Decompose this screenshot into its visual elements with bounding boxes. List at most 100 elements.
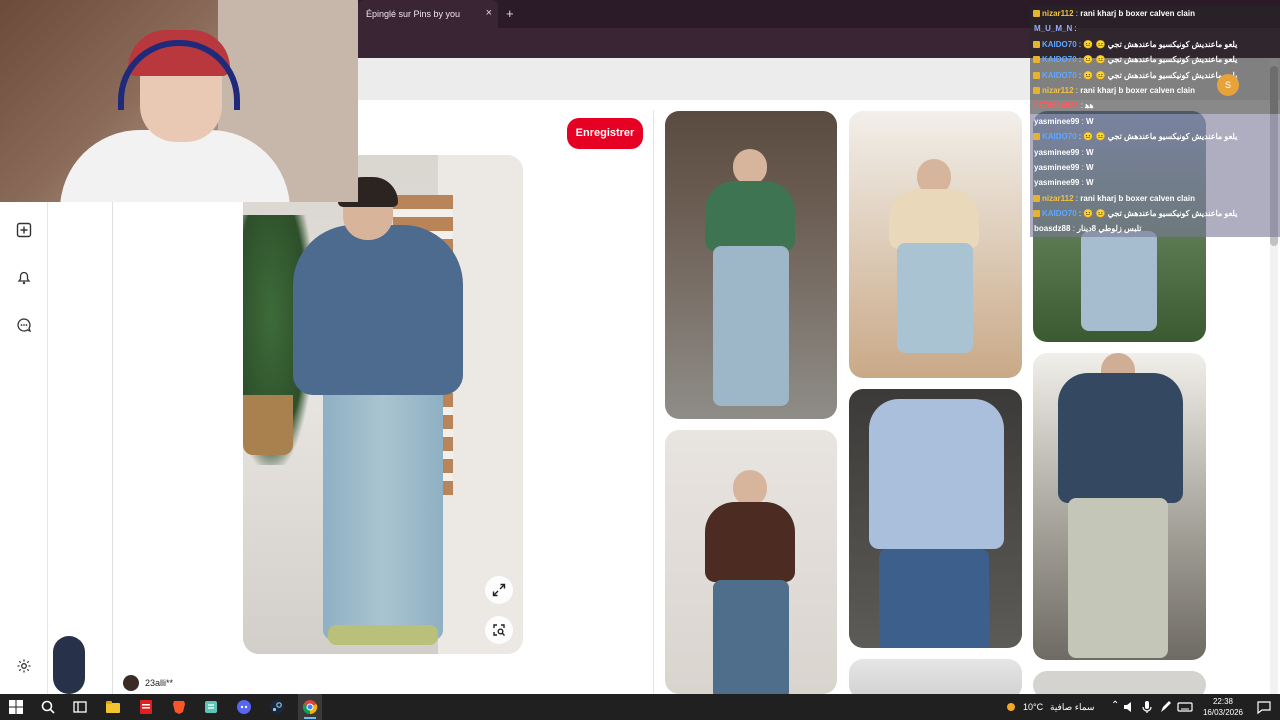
channel-logo	[53, 636, 85, 694]
main-pin-image[interactable]	[243, 155, 523, 654]
subscriber-badge-icon	[1033, 56, 1040, 64]
windows-start-icon[interactable]	[8, 699, 24, 715]
chat-username[interactable]: yasminee99	[1034, 163, 1079, 172]
chat-message: KAIDO70 : 😐 😐 يلعو ماعنديش كونيكسيو ماعن…	[1030, 129, 1280, 145]
chat-text: rani kharj b boxer calven clain	[1080, 9, 1195, 18]
chat-text: 😐 😐 يلعو ماعنديش كونيكسيو ماعندهش تجي	[1083, 39, 1238, 49]
chevron-up-icon[interactable]: ⌃	[1111, 700, 1119, 711]
weather-desc[interactable]: سماء صافية	[1050, 702, 1094, 713]
create-icon[interactable]	[16, 222, 32, 238]
windows-taskbar: 10°C سماء صافية ⌃ 22:38 16/03/2026	[0, 694, 1280, 720]
chat-text: 😐 😐 يلعو ماعنديش كونيكسيو ماعندهش تجي	[1083, 70, 1238, 80]
chat-text: تلبس زلوطي 8دينار	[1077, 224, 1142, 234]
notification-center-icon[interactable]	[1256, 699, 1272, 715]
chat-message: KAIDO70 : 😐 😐 يلعو ماعنديش كونيكسيو ماعن…	[1030, 36, 1280, 53]
chat-username[interactable]: boasdz88	[1034, 224, 1070, 233]
chat-username[interactable]: KAIDO70	[1042, 209, 1077, 218]
author-name: 23alli**	[145, 678, 174, 688]
keyboard-icon[interactable]	[1177, 699, 1193, 715]
chrome-icon[interactable]	[302, 699, 318, 715]
grid-pin[interactable]	[665, 111, 837, 419]
chat-message: yasminee99 : W	[1030, 175, 1280, 191]
speaker-icon[interactable]	[1123, 699, 1135, 715]
chat-text: 😐 😐 يلعو ماعنديش كونيكسيو ماعندهش تجي	[1083, 132, 1238, 142]
grid-pin[interactable]	[1033, 353, 1206, 660]
pinterest-sidebar	[0, 200, 48, 694]
chat-message: nizar112 : rani kharj b boxer calven cla…	[1030, 190, 1280, 207]
chat-username[interactable]: yasminee99	[1034, 178, 1079, 187]
brave-icon[interactable]	[171, 699, 187, 715]
chat-text: ﻫﻫ	[1085, 101, 1094, 111]
new-tab-button[interactable]: +	[506, 6, 514, 21]
chat-message: nizar112 : rani kharj b boxer calven cla…	[1030, 82, 1280, 99]
clock-time: 22:38	[1212, 697, 1234, 706]
chat-username[interactable]: KAIDO70	[1042, 40, 1077, 49]
avatar	[123, 675, 139, 691]
tab-title: Épinglé sur Pins by you	[366, 9, 461, 19]
chat-username[interactable]: yasminee99	[1034, 148, 1079, 157]
subscriber-badge-icon	[1033, 71, 1040, 79]
chat-username[interactable]: M_U_M_N	[1034, 24, 1072, 33]
browser-tab[interactable]: Épinglé sur Pins by you ×	[358, 0, 498, 28]
settings-icon[interactable]	[16, 658, 32, 674]
chat-username[interactable]: yasminee99	[1034, 117, 1079, 126]
discord-icon[interactable]	[236, 699, 252, 715]
chat-message: boasdz88 : تلبس زلوطي 8دينار	[1030, 221, 1280, 237]
subscriber-badge-icon	[1033, 10, 1040, 17]
weather-temp[interactable]: 10°C	[1023, 702, 1043, 712]
chat-message: KAIDO70 : 😐 😐 يلعو ماعنديش كونيكسيو ماعن…	[1030, 67, 1280, 83]
chat-message: yasminee99 : W	[1030, 144, 1280, 160]
pen-icon[interactable]	[1159, 699, 1171, 715]
weather-icon	[1007, 703, 1015, 711]
subscriber-badge-icon	[1033, 86, 1040, 94]
chat-text: W	[1086, 178, 1094, 188]
grid-pin[interactable]	[849, 111, 1022, 378]
files-icon[interactable]	[105, 699, 121, 715]
chat-username[interactable]: KAIDO70	[1042, 132, 1077, 141]
chat-username[interactable]: nizar112	[1042, 194, 1074, 203]
chat-username[interactable]: 0776984833	[1034, 101, 1079, 110]
pdf-icon[interactable]	[138, 699, 154, 715]
subscriber-badge-icon	[1033, 133, 1040, 141]
save-button[interactable]: Enregistrer	[567, 118, 643, 149]
chat-message: yasminee99 : W	[1030, 113, 1280, 130]
chat-text: 😐 😐 يلعو ماعنديش كونيكسيو ماعندهش تجي	[1083, 209, 1238, 219]
messages-icon[interactable]	[16, 317, 32, 333]
grid-pin[interactable]	[849, 389, 1022, 648]
search-icon[interactable]	[40, 699, 56, 715]
chat-message: KAIDO70 : 😐 😐 يلعو ماعنديش كونيكسيو ماعن…	[1030, 52, 1280, 68]
grid-pin[interactable]	[665, 430, 837, 694]
stream-chat-overlay: nizar112 : rani kharj b boxer calven cla…	[1030, 6, 1280, 237]
system-clock[interactable]: 22:38 16/03/2026	[1195, 696, 1251, 718]
expand-icon[interactable]	[485, 576, 513, 604]
chat-text: W	[1086, 147, 1094, 157]
steam-icon[interactable]	[269, 699, 285, 715]
chat-message: nizar112 : rani kharj b boxer calven cla…	[1030, 6, 1280, 22]
subscriber-badge-icon	[1033, 40, 1040, 48]
chat-username[interactable]: nizar112	[1042, 9, 1074, 18]
microphone-icon[interactable]	[1141, 699, 1153, 715]
screen: Épinglé sur Pins by you × + Enregistrer	[0, 0, 1280, 720]
chat-username[interactable]: nizar112	[1042, 86, 1074, 95]
task-view-icon[interactable]	[72, 699, 88, 715]
chat-username[interactable]: KAIDO70	[1042, 71, 1077, 80]
chat-message: yasminee99 : W	[1030, 159, 1280, 176]
chat-message: M_U_M_N :	[1030, 21, 1280, 37]
chat-text: W	[1086, 162, 1094, 172]
grid-pin[interactable]	[849, 659, 1022, 699]
notepad-icon[interactable]	[203, 699, 219, 715]
notifications-icon[interactable]	[16, 269, 32, 285]
chat-text: rani kharj b boxer calven clain	[1080, 85, 1195, 95]
webcam-overlay	[0, 0, 358, 202]
chat-username[interactable]: KAIDO70	[1042, 55, 1077, 64]
tab-close-icon[interactable]: ×	[486, 7, 492, 19]
sidebar-panel	[48, 200, 113, 694]
profile-avatar[interactable]: S	[1217, 74, 1239, 96]
subscriber-badge-icon	[1033, 210, 1040, 218]
chat-message: 0776984833 : ﻫﻫ	[1030, 98, 1280, 114]
chat-text: W	[1086, 116, 1094, 126]
subscriber-badge-icon	[1033, 194, 1040, 202]
visual-search-icon[interactable]	[485, 616, 513, 644]
clock-date: 16/03/2026	[1202, 708, 1244, 717]
chat-text: 😐 😐 يلعو ماعنديش كونيكسيو ماعندهش تجي	[1083, 55, 1238, 65]
